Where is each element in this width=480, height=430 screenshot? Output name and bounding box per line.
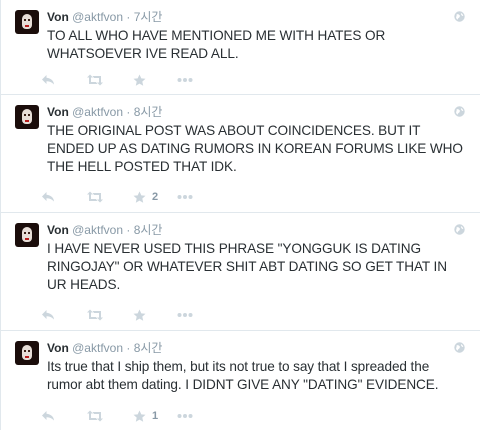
tweet-header: Von @aktfvon · 8시간 — [47, 222, 162, 238]
author-handle[interactable]: @aktfvon — [72, 223, 123, 237]
tweet-timestamp[interactable]: 8시간 — [134, 341, 163, 355]
favorite-icon — [133, 74, 146, 86]
tweet-item[interactable]: Von @aktfvon · 8시간 I HAVE NEVER USED THI… — [1, 213, 480, 331]
favorite-button[interactable]: 2 — [133, 189, 158, 205]
more-icon — [177, 78, 193, 82]
globe-icon[interactable] — [454, 11, 465, 22]
favorite-icon — [133, 309, 146, 321]
reply-icon — [42, 75, 54, 85]
retweet-icon — [87, 191, 103, 203]
tweet-timestamp[interactable]: 7시간 — [134, 10, 163, 24]
tweet-header: Von @aktfvon · 7시간 — [47, 9, 162, 25]
tweet-text: TO ALL WHO HAVE MENTIONED ME WITH HATES … — [47, 28, 386, 61]
author-handle[interactable]: @aktfvon — [72, 105, 123, 119]
globe-icon[interactable] — [454, 342, 465, 353]
more-options-button[interactable] — [177, 408, 193, 424]
avatar[interactable] — [15, 10, 39, 34]
retweet-icon — [87, 309, 103, 321]
tweet-text: I HAVE NEVER USED THIS PHRASE "YONGGUK I… — [47, 241, 447, 292]
favorite-count: 2 — [152, 191, 159, 203]
retweet-button[interactable] — [86, 307, 104, 323]
separator-dot: · — [126, 223, 131, 237]
more-options-button[interactable] — [177, 189, 193, 205]
separator-dot: · — [126, 105, 131, 119]
reply-icon — [42, 411, 54, 421]
tweet-item[interactable]: Von @aktfvon · 7시간 TO ALL WHO HAVE MENTI… — [1, 0, 480, 95]
avatar[interactable] — [15, 223, 39, 247]
favorite-count: 1 — [152, 410, 159, 422]
author-name[interactable]: Von — [47, 10, 69, 24]
reply-icon — [42, 192, 54, 202]
retweet-icon — [87, 74, 103, 86]
author-name[interactable]: Von — [47, 105, 69, 119]
reply-button[interactable] — [41, 408, 55, 424]
separator-dot: · — [126, 10, 131, 24]
more-options-button[interactable] — [177, 72, 193, 88]
tweet-header: Von @aktfvon · 8시간 — [47, 104, 162, 120]
favorite-button[interactable]: 1 — [133, 408, 158, 424]
more-icon — [177, 414, 193, 418]
author-name[interactable]: Von — [47, 341, 69, 355]
more-options-button[interactable] — [177, 307, 193, 323]
retweet-button[interactable] — [86, 189, 104, 205]
tweet-text: THE ORIGINAL POST WAS ABOUT COINCIDENCES… — [47, 123, 463, 174]
reply-button[interactable] — [41, 307, 55, 323]
tweet-timeline: Von @aktfvon · 7시간 TO ALL WHO HAVE MENTI… — [0, 0, 480, 430]
tweet-timestamp[interactable]: 8시간 — [134, 223, 163, 237]
globe-icon[interactable] — [454, 106, 465, 117]
tweet-text: Its true that I ship them, but its not t… — [47, 359, 439, 392]
tweet-actions: 2 — [41, 189, 341, 205]
author-handle[interactable]: @aktfvon — [72, 341, 123, 355]
favorite-icon — [133, 410, 146, 422]
tweet-actions: 1 — [41, 408, 341, 424]
author-handle[interactable]: @aktfvon — [72, 10, 123, 24]
avatar[interactable] — [15, 341, 39, 365]
more-icon — [177, 313, 193, 317]
globe-icon[interactable] — [454, 224, 465, 235]
retweet-button[interactable] — [86, 408, 104, 424]
reply-button[interactable] — [41, 189, 55, 205]
tweet-actions — [41, 72, 341, 88]
retweet-icon — [87, 410, 103, 422]
tweet-header: Von @aktfvon · 8시간 — [47, 340, 162, 356]
tweet-item[interactable]: Von @aktfvon · 8시간 Its true that I ship … — [1, 331, 480, 430]
more-icon — [177, 195, 193, 199]
favorite-button[interactable] — [133, 72, 152, 88]
tweet-actions — [41, 307, 341, 323]
reply-button[interactable] — [41, 72, 55, 88]
avatar[interactable] — [15, 105, 39, 129]
author-name[interactable]: Von — [47, 223, 69, 237]
favorite-icon — [133, 191, 146, 203]
favorite-button[interactable] — [133, 307, 152, 323]
reply-icon — [42, 310, 54, 320]
tweet-item[interactable]: Von @aktfvon · 8시간 THE ORIGINAL POST WAS… — [1, 95, 480, 213]
tweet-timestamp[interactable]: 8시간 — [134, 105, 163, 119]
retweet-button[interactable] — [86, 72, 104, 88]
separator-dot: · — [126, 341, 131, 355]
